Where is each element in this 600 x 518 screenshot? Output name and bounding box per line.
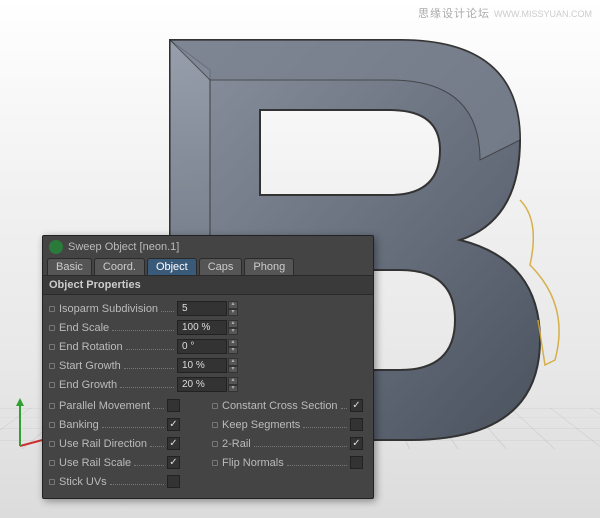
- prop-row: Flip Normals: [212, 454, 367, 471]
- panel-tabs: Basic Coord. Object Caps Phong: [43, 256, 373, 275]
- prop-row: End Growth 20 %▴▾: [49, 376, 367, 393]
- panel-title-text: Sweep Object [neon.1]: [68, 241, 179, 253]
- anim-dot-icon[interactable]: [49, 479, 55, 485]
- numeric-input[interactable]: 100 %: [177, 320, 227, 335]
- checkbox[interactable]: [167, 399, 180, 412]
- checkbox[interactable]: [350, 418, 363, 431]
- prop-label: Keep Segments: [212, 419, 350, 431]
- prop-label-text: Banking: [59, 419, 99, 431]
- prop-row: End Scale 100 %▴▾: [49, 319, 367, 336]
- spinner[interactable]: ▴▾: [228, 339, 238, 354]
- prop-label: Constant Cross Section: [212, 400, 350, 412]
- anim-dot-icon[interactable]: [49, 441, 55, 447]
- prop-label-text: Parallel Movement: [59, 400, 150, 412]
- prop-row: Parallel Movement: [49, 397, 204, 414]
- prop-label-text: Stick UVs: [59, 476, 107, 488]
- prop-row: Banking: [49, 416, 204, 433]
- anim-dot-icon[interactable]: [49, 403, 55, 409]
- prop-label-text: Use Rail Direction: [59, 438, 147, 450]
- anim-dot-icon[interactable]: [212, 460, 218, 466]
- prop-row: 2-Rail: [212, 435, 367, 452]
- tab-phong[interactable]: Phong: [244, 258, 294, 275]
- numeric-input[interactable]: 10 %: [177, 358, 227, 373]
- checkbox[interactable]: [167, 456, 180, 469]
- prop-label-text: Start Growth: [59, 360, 121, 372]
- sweep-object-icon: [49, 240, 63, 254]
- anim-dot-icon[interactable]: [212, 441, 218, 447]
- prop-label-text: End Growth: [59, 379, 117, 391]
- prop-label: End Growth: [49, 379, 177, 391]
- numeric-input[interactable]: 5: [177, 301, 227, 316]
- tab-basic[interactable]: Basic: [47, 258, 92, 275]
- checkbox[interactable]: [350, 437, 363, 450]
- checkbox[interactable]: [350, 456, 363, 469]
- spinner[interactable]: ▴▾: [228, 358, 238, 373]
- anim-dot-icon[interactable]: [49, 422, 55, 428]
- prop-label: 2-Rail: [212, 438, 350, 450]
- tab-object[interactable]: Object: [147, 258, 197, 275]
- anim-dot-icon[interactable]: [212, 403, 218, 409]
- prop-row: Stick UVs: [49, 473, 204, 490]
- checkbox[interactable]: [167, 475, 180, 488]
- numeric-input[interactable]: 0 °: [177, 339, 227, 354]
- anim-dot-icon[interactable]: [49, 306, 55, 312]
- watermark: 思缘设计论坛WWW.MISSYUAN.COM: [418, 5, 592, 21]
- prop-label-text: Isoparm Subdivision: [59, 303, 158, 315]
- prop-label: Start Growth: [49, 360, 177, 372]
- prop-label: Isoparm Subdivision: [49, 303, 177, 315]
- prop-label-text: End Scale: [59, 322, 109, 334]
- prop-row: Use Rail Direction: [49, 435, 204, 452]
- prop-label-text: Flip Normals: [222, 457, 284, 469]
- prop-label: End Rotation: [49, 341, 177, 353]
- prop-label: Banking: [49, 419, 167, 431]
- prop-label-text: Keep Segments: [222, 419, 300, 431]
- spinner[interactable]: ▴▾: [228, 377, 238, 392]
- prop-row: Start Growth 10 %▴▾: [49, 357, 367, 374]
- prop-label-text: 2-Rail: [222, 438, 251, 450]
- prop-label: End Scale: [49, 322, 177, 334]
- prop-label: Flip Normals: [212, 457, 350, 469]
- anim-dot-icon[interactable]: [212, 422, 218, 428]
- anim-dot-icon[interactable]: [49, 382, 55, 388]
- attributes-panel: Sweep Object [neon.1] Basic Coord. Objec…: [42, 235, 374, 499]
- spinner[interactable]: ▴▾: [228, 320, 238, 335]
- prop-label-text: Use Rail Scale: [59, 457, 131, 469]
- prop-label-text: Constant Cross Section: [222, 400, 338, 412]
- prop-row: Keep Segments: [212, 416, 367, 433]
- checkbox[interactable]: [167, 437, 180, 450]
- tab-coord[interactable]: Coord.: [94, 258, 145, 275]
- prop-row: Constant Cross Section: [212, 397, 367, 414]
- checkbox[interactable]: [350, 399, 363, 412]
- anim-dot-icon[interactable]: [49, 325, 55, 331]
- section-header: Object Properties: [43, 275, 373, 295]
- anim-dot-icon[interactable]: [49, 460, 55, 466]
- prop-label: Stick UVs: [49, 476, 167, 488]
- tab-caps[interactable]: Caps: [199, 258, 243, 275]
- prop-label: Use Rail Scale: [49, 457, 167, 469]
- anim-dot-icon[interactable]: [49, 363, 55, 369]
- panel-title: Sweep Object [neon.1]: [43, 236, 373, 256]
- prop-row: Isoparm Subdivision 5▴▾: [49, 300, 367, 317]
- prop-row: Use Rail Scale: [49, 454, 204, 471]
- prop-label: Use Rail Direction: [49, 438, 167, 450]
- checkbox[interactable]: [167, 418, 180, 431]
- prop-label: Parallel Movement: [49, 400, 167, 412]
- properties-body: Isoparm Subdivision5▴▾End Scale100 %▴▾En…: [43, 295, 373, 498]
- prop-row: End Rotation 0 °▴▾: [49, 338, 367, 355]
- prop-label-text: End Rotation: [59, 341, 123, 353]
- numeric-input[interactable]: 20 %: [177, 377, 227, 392]
- anim-dot-icon[interactable]: [49, 344, 55, 350]
- spinner[interactable]: ▴▾: [228, 301, 238, 316]
